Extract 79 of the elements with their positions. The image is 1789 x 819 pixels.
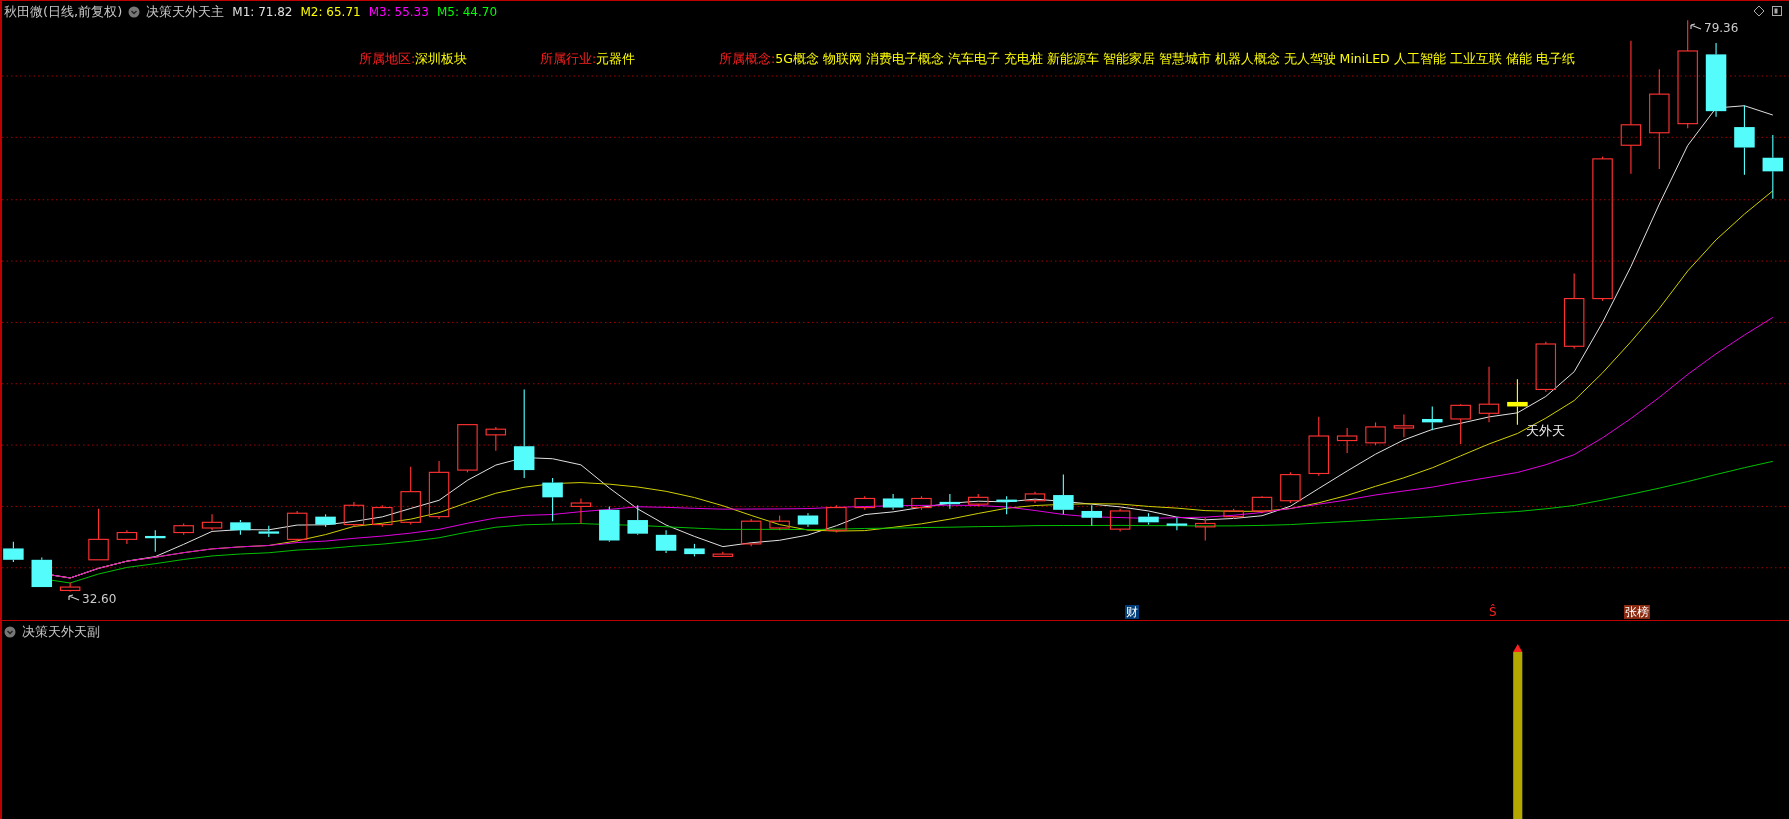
candlestick <box>1024 491 1046 504</box>
candlestick <box>1166 517 1188 531</box>
candlestick <box>88 508 109 561</box>
candlestick <box>1195 517 1216 542</box>
candlestick <box>684 543 705 557</box>
candlestick <box>1507 378 1528 426</box>
candlestick <box>1336 427 1358 454</box>
candlestick <box>655 529 677 554</box>
diamond-icon[interactable] <box>1753 5 1765 17</box>
info-value: 深圳板块 <box>415 51 468 68</box>
candlestick <box>116 529 138 545</box>
candlestick <box>400 466 421 526</box>
candlestick <box>1478 366 1500 423</box>
candlestick <box>712 551 734 557</box>
candlestick <box>315 513 336 528</box>
candlestick <box>542 477 563 522</box>
candlestick <box>457 424 478 473</box>
candlestick <box>939 493 961 510</box>
info-label: 所属地区: <box>359 51 416 68</box>
signal-label: 天外天 <box>1526 422 1565 440</box>
moving-average-value: M3: 55.33 <box>368 5 429 19</box>
info-value: 5G概念 物联网 消费电子概念 汽车电子 充电桩 新能源车 智能家居 智慧城市 机器人概念 无人驾驶 MiniLED 人工智能 工业互联 储能 电子纸 <box>775 51 1575 68</box>
candlestick <box>343 501 365 528</box>
stock-title: 秋田微(日线,前复权) <box>4 3 123 21</box>
info-label: 所属概念: <box>719 51 776 68</box>
candlestick <box>740 518 762 547</box>
candlestick <box>1109 508 1131 532</box>
moving-average-value: M1: 71.82 <box>232 5 293 19</box>
candlestick <box>826 504 847 534</box>
candlestick <box>59 581 81 593</box>
candlestick <box>599 505 620 543</box>
candlestick <box>485 426 507 452</box>
chevron-down-icon[interactable] <box>128 6 141 18</box>
event-marker[interactable]: 财 <box>1125 605 1139 619</box>
info-value: 元器件 <box>596 51 636 68</box>
candlestick <box>911 495 932 511</box>
candlestick <box>769 514 790 531</box>
candlestick <box>428 460 450 520</box>
square-icon[interactable] <box>1771 5 1783 17</box>
candlestick <box>1280 471 1301 504</box>
candlestick <box>570 497 592 525</box>
candlestick <box>286 510 308 543</box>
info-label: 所属行业: <box>540 51 597 68</box>
candlestick <box>882 493 904 511</box>
candlestick <box>1365 421 1386 446</box>
moving-average-value: M2: 65.71 <box>300 5 361 19</box>
candlestick <box>145 529 166 553</box>
candlestick <box>1734 104 1755 176</box>
candlestick <box>1223 508 1244 520</box>
candlestick <box>3 541 24 563</box>
candlestick <box>797 512 819 528</box>
candlestick <box>1251 495 1273 514</box>
candlestick <box>1053 474 1074 515</box>
candlestick <box>1762 134 1784 200</box>
indicator-name: 决策天外天副 <box>22 623 100 641</box>
candlestick <box>1393 413 1415 438</box>
candlestick <box>201 513 223 531</box>
candlestick <box>173 522 194 536</box>
candlestick <box>1450 403 1471 445</box>
event-marker[interactable]: 张榜 <box>1624 605 1650 619</box>
candlestick <box>31 556 53 588</box>
chevron-down-icon[interactable] <box>4 626 16 638</box>
candlestick <box>1308 416 1330 477</box>
candlestick <box>1422 405 1443 431</box>
high-price-label: 79.36 <box>1704 21 1739 35</box>
candlestick <box>967 493 989 507</box>
candlestick <box>627 504 648 536</box>
candlestick <box>230 519 251 536</box>
candlestick <box>1138 512 1159 526</box>
candlestick <box>1081 504 1102 527</box>
event-marker[interactable]: Ŝ <box>1488 605 1498 619</box>
moving-average-value: M5: 44.70 <box>436 5 498 19</box>
candlestick <box>996 495 1017 515</box>
candlestick <box>372 504 393 528</box>
candlestick <box>1535 341 1557 393</box>
indicator-name: 决策天外天主 <box>146 3 225 21</box>
low-price-label: 32.60 <box>82 592 117 606</box>
candlestick <box>854 495 875 511</box>
candlestick <box>258 525 280 538</box>
